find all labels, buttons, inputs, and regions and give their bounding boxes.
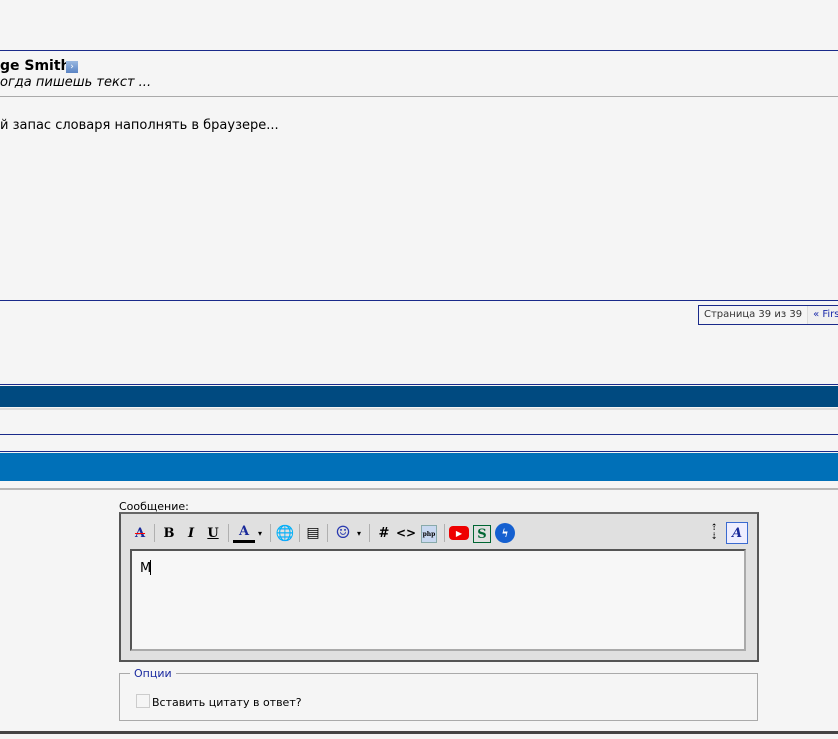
php-icon[interactable]: php: [421, 525, 437, 543]
first-page-link[interactable]: « First: [807, 306, 838, 324]
post-author[interactable]: ge Smith: [0, 58, 71, 74]
s-button[interactable]: S: [473, 525, 491, 543]
quick-reply-header: [0, 453, 838, 481]
chevron-down-icon[interactable]: ▾: [256, 522, 264, 544]
hash-button[interactable]: #: [374, 522, 394, 544]
divider: [0, 408, 838, 410]
divider: [0, 300, 838, 301]
switch-mode-icon[interactable]: A: [726, 522, 748, 544]
message-textarea[interactable]: M: [130, 549, 746, 651]
quote-checkbox-label[interactable]: Вставить цитату в ответ?: [152, 696, 302, 709]
divider: [0, 488, 838, 490]
quote-checkbox[interactable]: [136, 694, 150, 708]
footer-border: [0, 731, 838, 734]
code-button[interactable]: <>: [396, 522, 416, 544]
post-body: й запас словаря наполнять в браузере...: [0, 118, 279, 133]
divider: [0, 50, 838, 51]
remove-format-icon[interactable]: A: [130, 522, 150, 544]
divider: [0, 434, 838, 435]
options-legend: Опции: [130, 667, 176, 680]
italic-button[interactable]: I: [181, 522, 201, 544]
post-title: огда пишешь текст ...: [0, 75, 152, 90]
bold-button[interactable]: B: [159, 522, 179, 544]
divider: [0, 384, 838, 385]
youtube-icon[interactable]: ▶: [449, 526, 469, 540]
font-color-button[interactable]: A: [233, 522, 255, 543]
divider: [0, 96, 838, 97]
insert-link-icon[interactable]: 🌐: [275, 522, 295, 544]
chevron-down-icon[interactable]: ▾: [355, 522, 363, 544]
text-cursor: [150, 560, 151, 575]
flash-icon[interactable]: ϟ: [495, 523, 515, 543]
pagination: Страница 39 из 39 « First: [698, 305, 838, 325]
underline-button[interactable]: U: [203, 522, 223, 544]
section-header-bar: [0, 386, 838, 407]
smilies-icon[interactable]: ☺: [333, 522, 353, 544]
quote-icon[interactable]: ▤: [303, 522, 323, 544]
view-profile-icon[interactable]: ›: [66, 61, 78, 73]
page-indicator: Страница 39 из 39: [704, 309, 803, 320]
divider: [0, 451, 838, 452]
resize-icon[interactable]: ⇡ ⇣: [708, 522, 720, 544]
